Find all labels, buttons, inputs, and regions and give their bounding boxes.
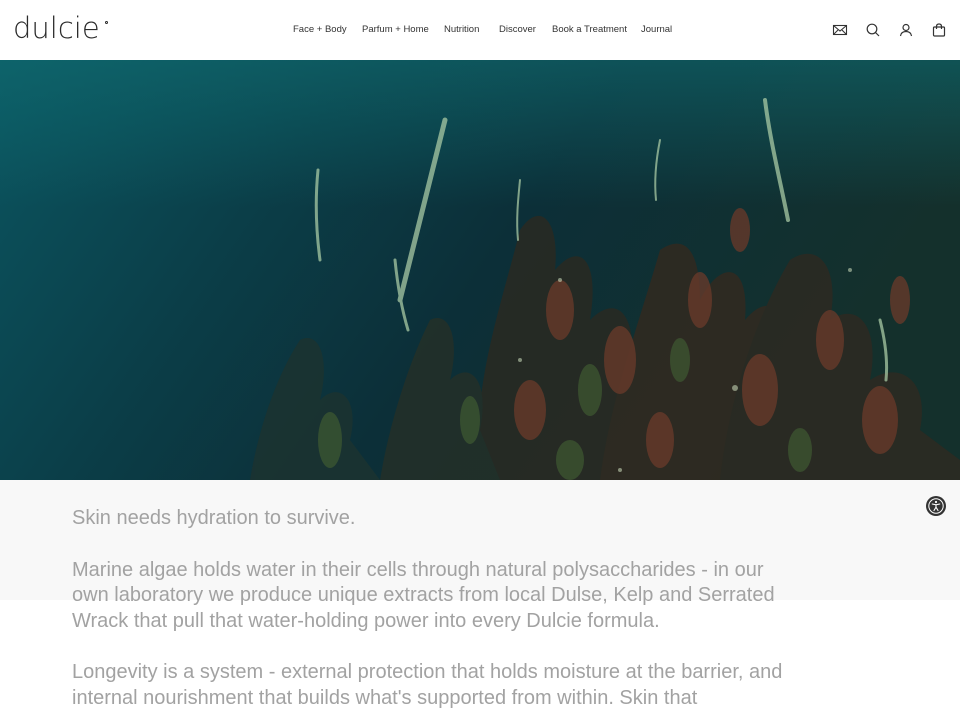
aerial-seaweed-image [0, 60, 960, 480]
hero-image [0, 60, 960, 480]
brand-logo[interactable]: dulcie [13, 8, 100, 48]
intro-paragraph-longevity: Longevity is a system - external protect… [72, 661, 783, 709]
accessibility-button[interactable] [926, 496, 946, 516]
nav-item-parfum-home[interactable]: Parfum + Home [362, 22, 429, 38]
account-icon[interactable] [898, 22, 914, 38]
accessibility-icon [928, 498, 944, 514]
mail-icon[interactable] [832, 22, 848, 38]
bag-icon[interactable] [931, 22, 947, 38]
intro-heading: Skin needs hydration to survive. [72, 507, 356, 529]
nav-item-journal[interactable]: Journal [641, 22, 672, 38]
logo-trademark-dot [105, 21, 108, 24]
search-icon[interactable] [865, 22, 881, 38]
nav-item-face-body[interactable]: Face + Body [293, 22, 347, 38]
nav-item-nutrition[interactable]: Nutrition [444, 22, 479, 38]
intro-copy: Skin needs hydration to survive. Marine … [72, 506, 792, 711]
site-header: dulcie Face + Body Parfum + Home Nutriti… [0, 0, 960, 60]
intro-paragraph-algae: Marine algae holds water in their cells … [72, 558, 775, 632]
nav-item-discover[interactable]: Discover [499, 22, 536, 38]
nav-item-book-treatment[interactable]: Book a Treatment [552, 22, 627, 38]
